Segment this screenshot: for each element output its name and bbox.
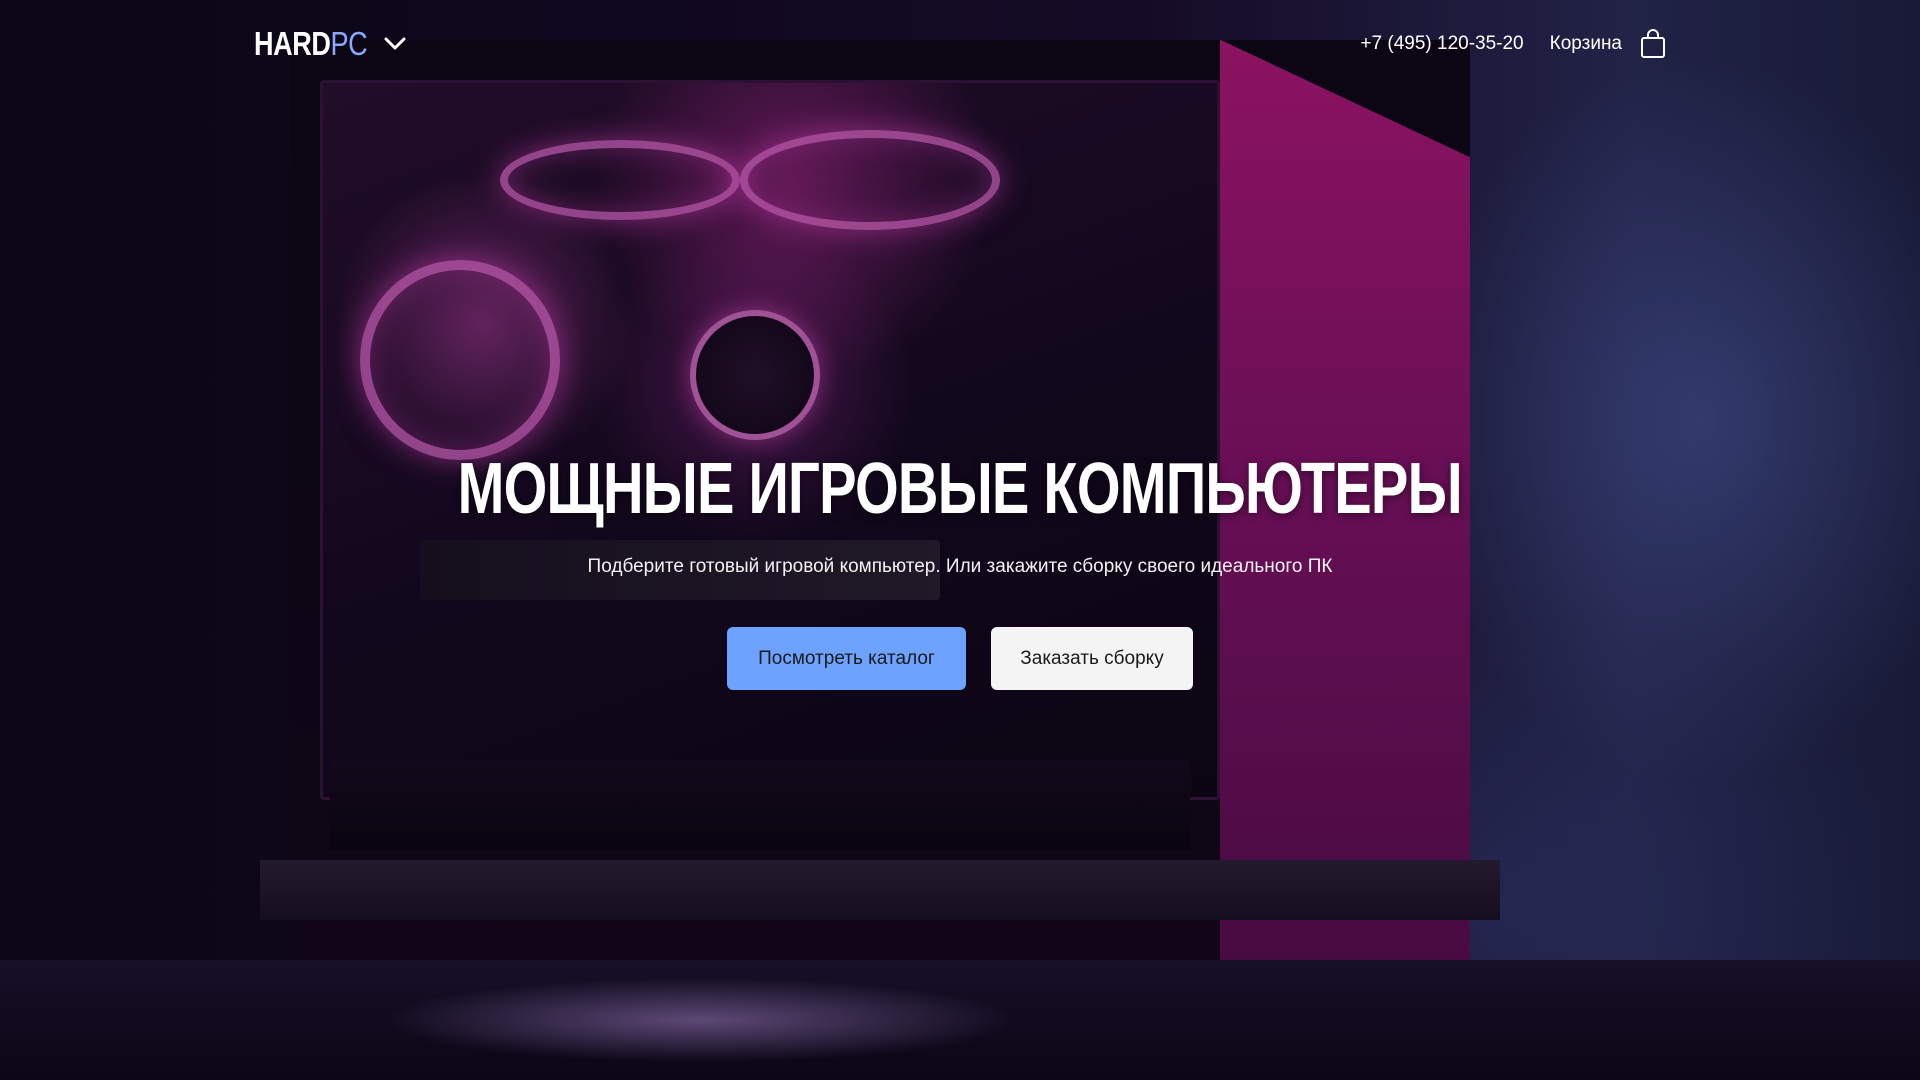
header-actions: +7 (495) 120-35-20 Корзина bbox=[1360, 29, 1666, 59]
logo-primary: HARD bbox=[254, 25, 331, 62]
logo: HARDPC bbox=[254, 25, 368, 63]
logo-secondary: PC bbox=[330, 25, 368, 62]
hero-section: МОЩНЫЕ ИГРОВЫЕ КОМПЬЮТЕРЫ Подберите гото… bbox=[0, 448, 1920, 690]
order-build-button[interactable]: Заказать сборку bbox=[991, 627, 1193, 690]
shopping-bag-icon bbox=[1641, 29, 1665, 58]
cart-label: Корзина bbox=[1549, 33, 1622, 54]
cart-button[interactable]: Корзина bbox=[1550, 29, 1666, 59]
site-header: HARDPC +7 (495) 120-35-20 Корзина bbox=[0, 0, 1920, 88]
hero-buttons: Посмотреть каталог Заказать сборку bbox=[727, 627, 1193, 690]
phone-link[interactable]: +7 (495) 120-35-20 bbox=[1360, 33, 1523, 55]
view-catalog-button[interactable]: Посмотреть каталог bbox=[727, 627, 966, 690]
logo-menu[interactable]: HARDPC bbox=[254, 25, 406, 63]
chevron-down-icon[interactable] bbox=[384, 37, 406, 51]
hero-title: МОЩНЫЕ ИГРОВЫЕ КОМПЬЮТЕРЫ bbox=[457, 449, 1463, 529]
hero-subtitle: Подберите готовый игровой компьютер. Или… bbox=[587, 556, 1333, 577]
